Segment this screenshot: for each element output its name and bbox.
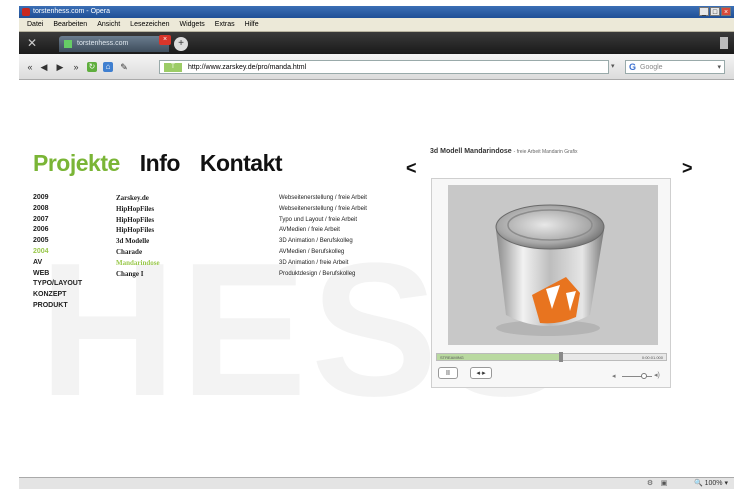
pause-button[interactable]: II	[438, 367, 458, 379]
prev-arrow-button[interactable]: <	[406, 158, 417, 179]
view-icon[interactable]: ▣	[660, 480, 668, 488]
year-item[interactable]: 2006	[33, 225, 82, 236]
category-item[interactable]: WEB	[33, 269, 82, 280]
project-item-selected[interactable]: Mandarindose	[116, 258, 160, 269]
address-bar[interactable]: T http://www.zarskey.de/pro/manda.html	[159, 60, 609, 74]
project-description: 3D Animation / Berufskolleg	[279, 238, 353, 245]
home-icon[interactable]: ⌂	[103, 62, 113, 72]
forward-icon[interactable]: ▶	[55, 62, 65, 72]
menu-bearbeiten[interactable]: Bearbeiten	[53, 18, 87, 31]
project-description: 3D Animation / freie Arbeit	[279, 259, 349, 266]
project-description: AVMedien / Berufskolleg	[279, 248, 345, 255]
project-item[interactable]: 3d Modelle	[116, 236, 160, 247]
year-list: 2009 2008 2007 2006 2005 2004 AV WEB TYP…	[33, 193, 82, 312]
volume-slider-track[interactable]	[622, 376, 652, 377]
google-icon: G	[629, 62, 637, 72]
category-item[interactable]: TYPO/LAYOUT	[33, 279, 82, 290]
nav-info[interactable]: Info	[140, 150, 181, 177]
opera-app-icon	[22, 8, 30, 16]
menu-extras[interactable]: Extras	[215, 18, 235, 31]
tab-label: torstenhess.com	[77, 40, 129, 47]
can-lid	[495, 204, 605, 250]
nav-projekte[interactable]: Projekte	[33, 150, 120, 177]
next-arrow-button[interactable]: >	[682, 158, 693, 179]
video-player: STREAMING 0:00:01.000 II ◂·▸ ◂ ◂)	[431, 178, 671, 388]
favicon-icon	[64, 40, 72, 48]
window-controls: _ □ ×	[699, 7, 731, 16]
address-text: http://www.zarskey.de/pro/manda.html	[188, 64, 307, 71]
project-description: Produktdesign / Berufskolleg	[279, 270, 356, 277]
can-3d-model-image	[495, 204, 605, 336]
window-titlebar: torstenhess.com - Opera _ □ ×	[19, 6, 734, 18]
settings-icon[interactable]: ⚙	[646, 480, 654, 488]
project-item[interactable]: HipHopFiles	[116, 215, 160, 226]
rewind-icon[interactable]: «	[25, 62, 35, 72]
model-title-text: 3d Modell Mandarindose	[430, 148, 512, 155]
seek-button[interactable]: ◂·▸	[470, 367, 492, 379]
category-item[interactable]: AV	[33, 258, 82, 269]
year-item-selected[interactable]: 2004	[33, 247, 82, 258]
status-bar: ⚙ ▣ 🔍 100% ▾	[19, 477, 734, 489]
playback-time: 0:00:01.000	[641, 355, 663, 360]
category-item[interactable]: PRODUKT	[33, 301, 82, 312]
search-dropdown-icon[interactable]: ▾	[717, 61, 721, 74]
address-dropdown-icon[interactable]: ▾	[611, 60, 623, 74]
navigation-bar: « ◀ ▶ » ↻ ⌂ ✎ T http://www.zarskey.de/pr…	[19, 54, 734, 80]
close-window-button[interactable]: ×	[721, 7, 731, 16]
window-title: torstenhess.com - Opera	[33, 8, 111, 15]
menu-ansicht[interactable]: Ansicht	[97, 18, 120, 31]
progress-handle[interactable]	[558, 352, 563, 362]
streaming-status: STREAMING	[440, 355, 464, 360]
fast-forward-icon[interactable]: »	[71, 62, 81, 72]
nav-kontakt[interactable]: Kontakt	[200, 150, 283, 177]
volume-low-icon: ◂	[612, 373, 616, 380]
zoom-level[interactable]: 🔍 100% ▾	[694, 479, 728, 489]
maximize-button[interactable]: □	[710, 7, 720, 16]
site-favicon-icon: T	[164, 63, 182, 72]
volume-high-icon[interactable]: ◂)	[654, 371, 660, 379]
search-placeholder: Google	[640, 64, 663, 71]
new-tab-button[interactable]: +	[174, 37, 188, 51]
category-item[interactable]: KONZEPT	[33, 290, 82, 301]
volume-slider-handle[interactable]	[640, 373, 647, 379]
project-item[interactable]: Zarskey.de	[116, 193, 160, 204]
project-list: Zarskey.de HipHopFiles HipHopFiles HipHo…	[116, 193, 160, 279]
description-list: Webseitenerstellung / freie Arbeit Webse…	[279, 193, 367, 279]
year-item[interactable]: 2005	[33, 236, 82, 247]
menu-lesezeichen[interactable]: Lesezeichen	[130, 18, 169, 31]
menu-hilfe[interactable]: Hilfe	[245, 18, 259, 31]
project-description: AVMedien / freie Arbeit	[279, 227, 340, 234]
tab-close-button[interactable]: ×	[159, 35, 171, 45]
edit-icon[interactable]: ✎	[119, 62, 129, 72]
project-description: Typo und Layout / freie Arbeit	[279, 216, 358, 223]
playback-progress-bar[interactable]: STREAMING 0:00:01.000	[436, 352, 667, 362]
project-item[interactable]: Change I	[116, 269, 160, 280]
main-navigation: Projekte Info Kontakt	[33, 150, 283, 177]
project-item[interactable]: HipHopFiles	[116, 204, 160, 215]
menubar: Datei Bearbeiten Ansicht Lesezeichen Wid…	[19, 18, 734, 32]
year-item[interactable]: 2009	[33, 193, 82, 204]
zoom-value: 100%	[704, 480, 723, 487]
close-tab-icon[interactable]: ✕	[27, 37, 39, 49]
tabbar: ✕ torstenhess.com × +	[19, 32, 734, 54]
model-title: 3d Modell Mandarindose - freie Arbeit Ma…	[430, 148, 578, 155]
minimize-button[interactable]: _	[699, 7, 709, 16]
menu-widgets[interactable]: Widgets	[179, 18, 204, 31]
tab-active[interactable]: torstenhess.com ×	[59, 35, 171, 52]
project-item[interactable]: HipHopFiles	[116, 225, 160, 236]
year-item[interactable]: 2008	[33, 204, 82, 215]
reload-icon[interactable]: ↻	[87, 62, 97, 72]
project-description: Webseitenerstellung / freie Arbeit	[279, 205, 367, 212]
model-subtitle: - freie Arbeit Mandarin Grafix	[513, 149, 578, 155]
video-viewport[interactable]	[448, 185, 658, 345]
menu-datei[interactable]: Datei	[27, 18, 43, 31]
back-icon[interactable]: ◀	[39, 62, 49, 72]
project-description: Webseitenerstellung / freie Arbeit	[279, 195, 367, 201]
tab-scroll-icon[interactable]	[720, 37, 728, 49]
project-item[interactable]: Charade	[116, 247, 160, 258]
year-item[interactable]: 2007	[33, 215, 82, 226]
page-content: HESS Projekte Info Kontakt 2009 2008 200…	[19, 80, 734, 477]
search-input[interactable]: G Google ▾	[625, 60, 725, 74]
